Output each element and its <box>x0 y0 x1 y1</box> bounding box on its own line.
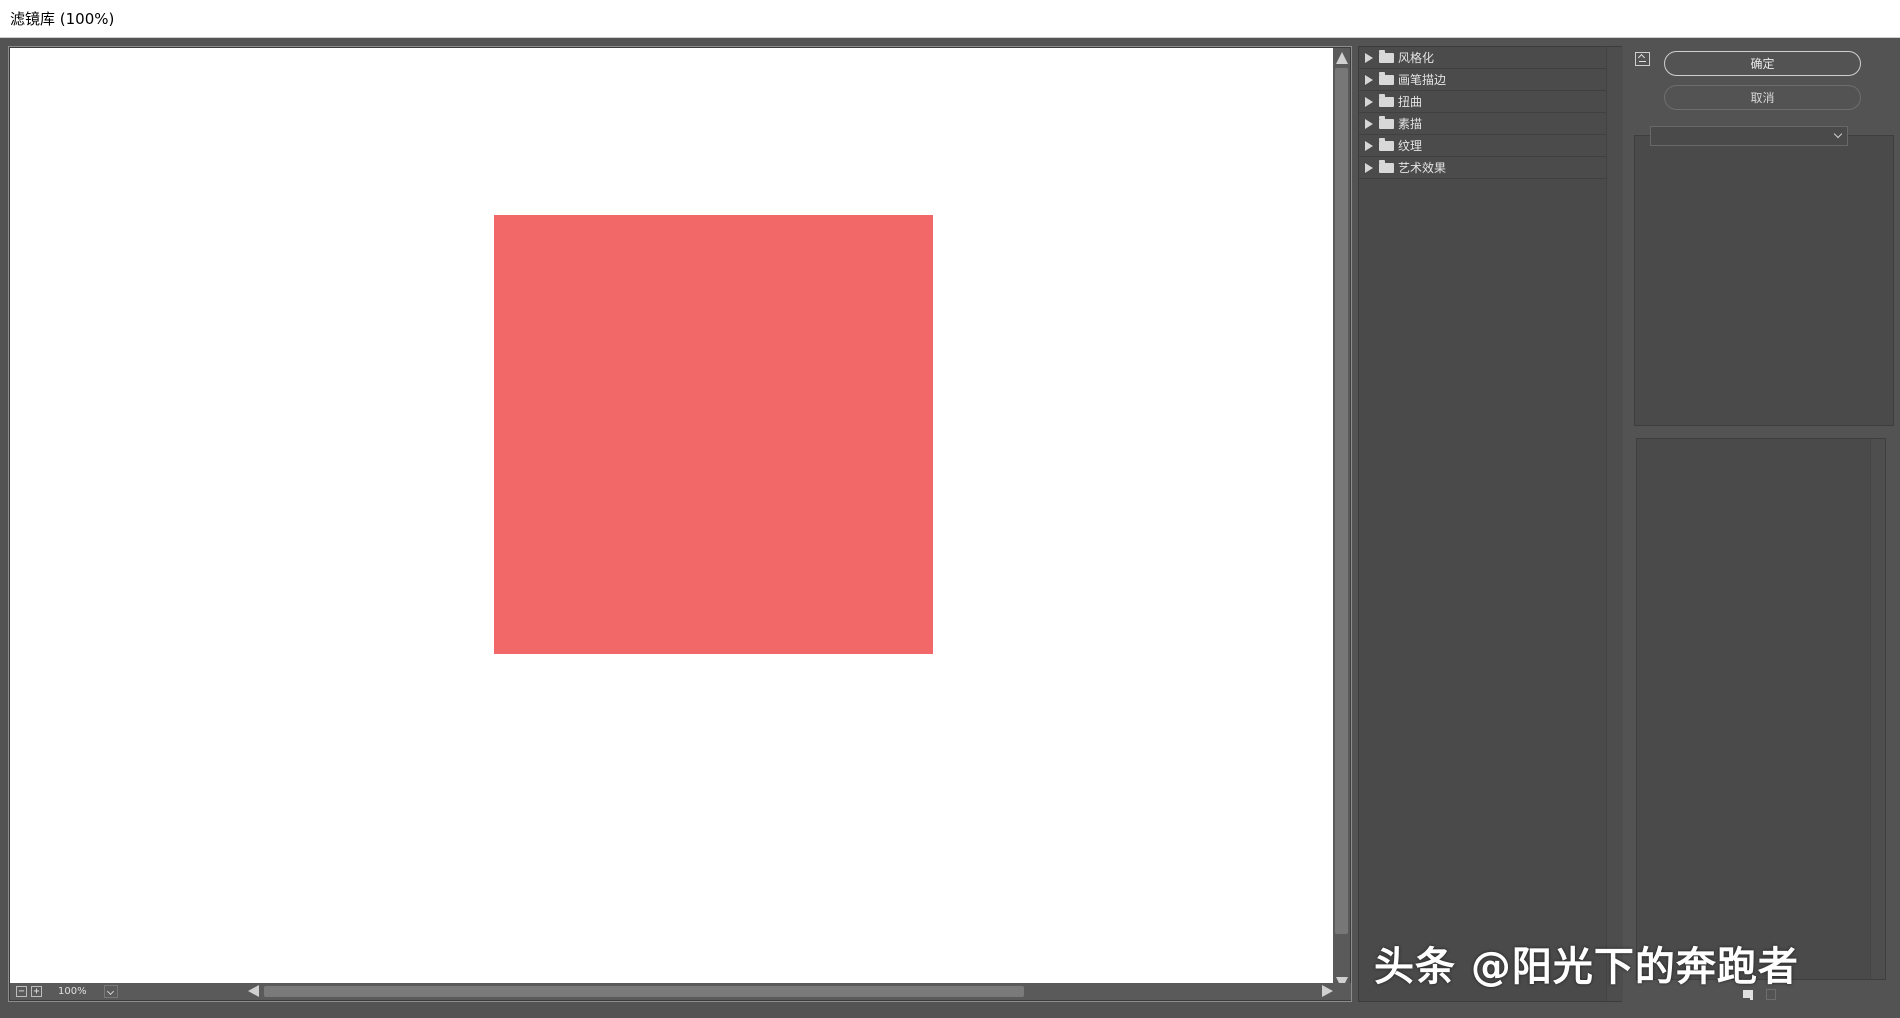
title-bar: 滤镜库 (100%) <box>0 0 1900 38</box>
expand-triangle-icon[interactable] <box>1365 96 1373 107</box>
filter-select-dropdown[interactable] <box>1650 126 1848 146</box>
filter-category-artistic[interactable]: 艺术效果 <box>1359 157 1606 179</box>
expand-triangle-icon[interactable] <box>1365 52 1373 63</box>
right-settings-panel: 确定 取消 <box>1626 38 1900 1018</box>
filter-category-panel: 风格化 画笔描边 扭曲 素描 纹理 艺术效果 <box>1358 46 1623 1002</box>
filter-gallery-dialog: − + 100% 风格化 画笔描边 扭曲 素描 纹理 艺术效果 确定 取消 <box>0 38 1900 1018</box>
filter-category-label: 风格化 <box>1398 51 1435 65</box>
zoom-in-button[interactable]: + <box>31 986 42 997</box>
effect-layers-scrollbar[interactable] <box>1870 439 1885 979</box>
preview-canvas[interactable] <box>10 48 1334 993</box>
folder-icon <box>1379 137 1394 151</box>
window-title: 滤镜库 (100%) <box>10 10 115 28</box>
folder-icon <box>1379 49 1394 63</box>
filter-category-brush-strokes[interactable]: 画笔描边 <box>1359 69 1606 91</box>
cancel-button[interactable]: 取消 <box>1664 85 1861 110</box>
scroll-right-icon[interactable] <box>1322 985 1333 997</box>
filter-category-label: 纹理 <box>1398 139 1423 153</box>
preview-frame: − + 100% <box>8 46 1352 1002</box>
filter-category-label: 艺术效果 <box>1398 161 1447 175</box>
filter-category-texture[interactable]: 纹理 <box>1359 135 1606 157</box>
zoom-dropdown[interactable] <box>104 985 118 998</box>
red-square-shape <box>494 215 933 654</box>
ok-button[interactable]: 确定 <box>1664 51 1861 76</box>
folder-icon <box>1379 115 1394 129</box>
horizontal-scroll-thumb[interactable] <box>264 986 1024 997</box>
vertical-scrollbar[interactable] <box>1333 48 1350 993</box>
expand-triangle-icon[interactable] <box>1365 118 1373 129</box>
folder-icon <box>1379 159 1394 173</box>
scroll-up-icon[interactable] <box>1336 52 1348 64</box>
filter-category-sketch[interactable]: 素描 <box>1359 113 1606 135</box>
horizontal-scrollbar[interactable] <box>246 983 1335 1000</box>
filter-category-label: 素描 <box>1398 117 1423 131</box>
filter-category-label: 扭曲 <box>1398 95 1423 109</box>
preview-bottom-bar: − + 100% <box>10 983 1351 1000</box>
filter-category-stylize[interactable]: 风格化 <box>1359 47 1606 69</box>
collapse-panel-icon[interactable] <box>1635 52 1650 66</box>
filter-category-distort[interactable]: 扭曲 <box>1359 91 1606 113</box>
expand-triangle-icon[interactable] <box>1365 74 1373 85</box>
effect-layers-list <box>1636 438 1886 980</box>
zoom-out-button[interactable]: − <box>16 986 27 997</box>
zoom-level: 100% <box>58 986 87 997</box>
scroll-left-icon[interactable] <box>248 985 259 997</box>
filter-list-scrollbar[interactable] <box>1606 47 1623 1001</box>
filter-category-list: 风格化 画笔描边 扭曲 素描 纹理 艺术效果 <box>1359 47 1606 179</box>
expand-triangle-icon[interactable] <box>1365 140 1373 151</box>
filter-settings-area <box>1634 135 1894 426</box>
vertical-scroll-thumb[interactable] <box>1335 68 1348 934</box>
folder-icon <box>1379 71 1394 85</box>
filter-category-label: 画笔描边 <box>1398 73 1447 87</box>
folder-icon <box>1379 93 1394 107</box>
watermark-text: 头条 @阳光下的奔跑者 <box>1374 944 1799 990</box>
expand-triangle-icon[interactable] <box>1365 162 1373 173</box>
